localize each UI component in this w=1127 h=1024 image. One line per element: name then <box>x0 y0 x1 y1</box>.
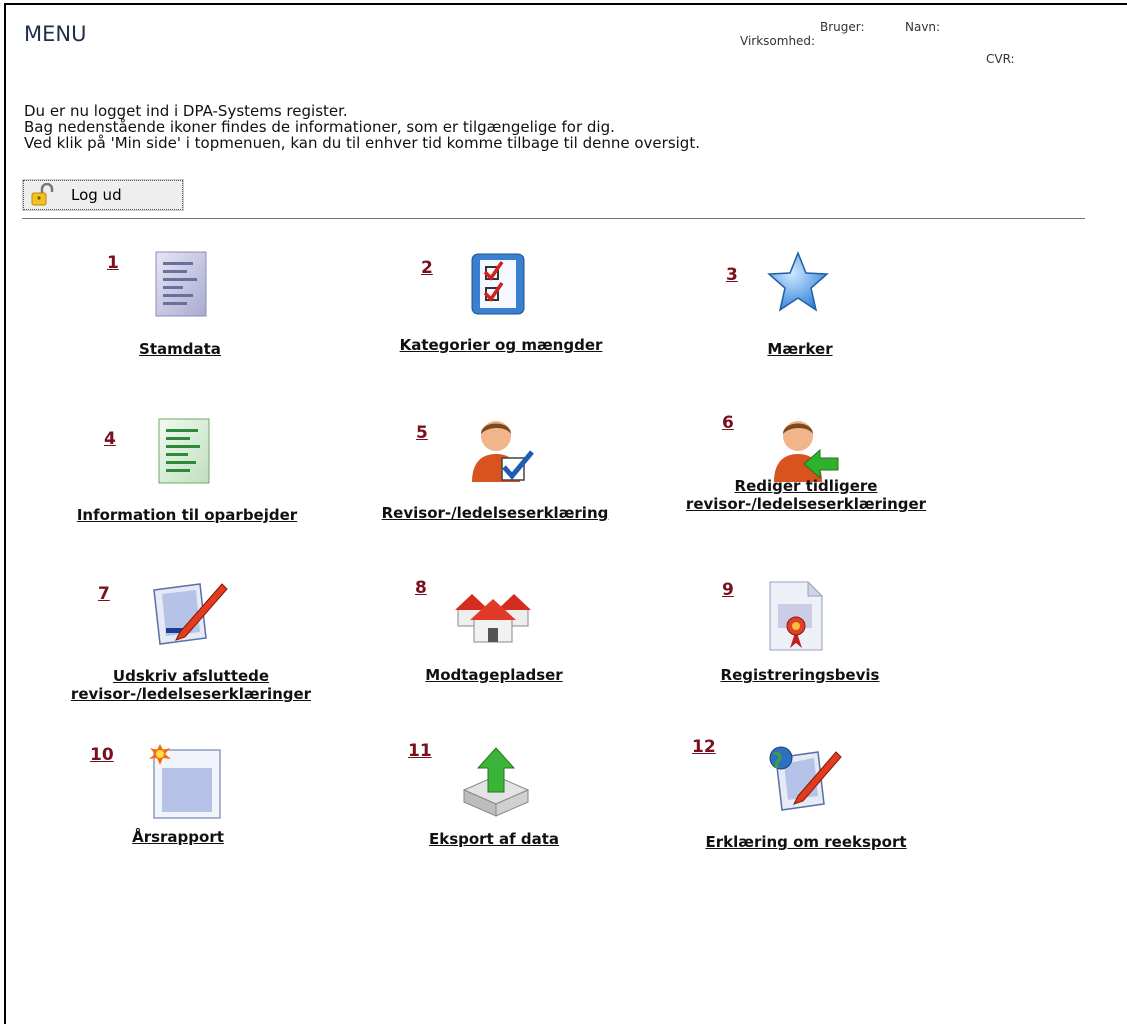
menu-link-line: revisor-/ledelseserklæringer <box>70 685 312 703</box>
checklist-icon[interactable] <box>469 250 529 318</box>
menu-link-stamdata[interactable]: Stamdata <box>139 340 221 358</box>
intro-line: Ved klik på 'Min side' i topmenuen, kan … <box>24 134 700 152</box>
certificate-icon[interactable] <box>766 580 826 652</box>
new-window-icon[interactable] <box>146 742 224 820</box>
user-check-icon[interactable] <box>466 412 536 484</box>
menu-number-4[interactable]: 4 <box>104 429 116 449</box>
menu-number-12[interactable]: 12 <box>692 737 716 757</box>
company-label: Virksomhed: <box>740 34 816 48</box>
menu-link-line: Rediger tidligere <box>734 477 878 495</box>
menu-number-8[interactable]: 8 <box>415 578 427 598</box>
user-back-arrow-icon[interactable] <box>768 412 840 484</box>
document-pen-icon[interactable] <box>150 578 228 648</box>
menu-link-kategorier[interactable]: Kategorier og mængder <box>400 336 603 354</box>
menu-number-7[interactable]: 7 <box>98 584 110 604</box>
logout-label: Log ud <box>71 186 122 204</box>
menu-link-modtagepladser[interactable]: Modtagepladser <box>425 666 562 684</box>
menu-link-aarsrapport[interactable]: Årsrapport <box>132 828 224 846</box>
menu-link-registreringsbevis[interactable]: Registreringsbevis <box>721 666 880 684</box>
menu-link-rediger[interactable]: Rediger tidligere revisor-/ledelseserklæ… <box>686 477 926 513</box>
houses-icon[interactable] <box>452 580 534 644</box>
menu-number-5[interactable]: 5 <box>416 423 428 443</box>
intro-text: Du er nu logget ind i DPA-Systems regist… <box>24 103 700 151</box>
menu-number-6[interactable]: 6 <box>722 413 734 433</box>
menu-link-maerker[interactable]: Mærker <box>767 340 832 358</box>
menu-number-10[interactable]: 10 <box>90 745 114 765</box>
menu-link-line: Udskriv afsluttede <box>112 667 270 685</box>
cvr-label: CVR: <box>986 52 1015 66</box>
user-label: Bruger: <box>820 20 865 34</box>
logout-button[interactable]: Log ud <box>22 179 184 211</box>
export-arrow-icon[interactable] <box>460 746 532 818</box>
name-label: Navn: <box>905 20 941 34</box>
menu-number-3[interactable]: 3 <box>726 265 738 285</box>
green-document-icon[interactable] <box>157 417 213 485</box>
separator-line <box>22 218 1085 219</box>
menu-number-9[interactable]: 9 <box>722 580 734 600</box>
menu-number-1[interactable]: 1 <box>107 253 119 273</box>
menu-number-2[interactable]: 2 <box>421 258 433 278</box>
menu-link-information[interactable]: Information til oparbejder <box>77 506 297 524</box>
menu-number-11[interactable]: 11 <box>408 741 432 761</box>
padlock-icon <box>31 183 54 206</box>
menu-link-reeksport[interactable]: Erklæring om reeksport <box>705 833 906 851</box>
menu-link-revisor[interactable]: Revisor-/ledelseserklæring <box>382 504 609 522</box>
star-icon[interactable] <box>765 250 831 314</box>
intro-line: Du er nu logget ind i DPA-Systems regist… <box>24 102 348 120</box>
document-lines-icon[interactable] <box>154 250 210 318</box>
menu-link-eksport[interactable]: Eksport af data <box>429 830 559 848</box>
intro-line: Bag nedenstående ikoner findes de inform… <box>24 118 615 136</box>
menu-link-udskriv[interactable]: Udskriv afsluttede revisor-/ledelseserkl… <box>71 667 311 703</box>
page-title: MENU <box>24 22 87 46</box>
menu-link-line: revisor-/ledelseserklæringer <box>685 495 927 513</box>
globe-document-pen-icon[interactable] <box>766 744 842 812</box>
